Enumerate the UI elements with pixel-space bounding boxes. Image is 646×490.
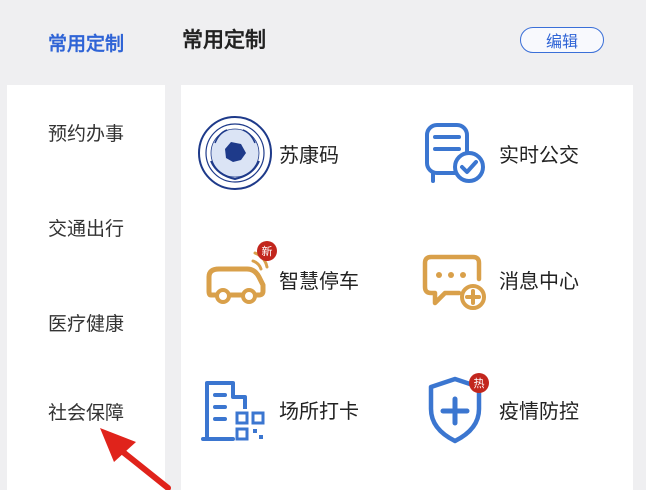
sidebar: 常用定制 预约办事 交通出行 医疗健康 社会保障 [0,0,165,490]
service-epidemic-control[interactable]: 热 疫情防控 [415,361,579,457]
service-message-center[interactable]: 消息中心 [415,231,579,327]
sidebar-item-medical[interactable]: 医疗健康 [7,275,165,370]
building-qr-icon [195,369,275,449]
services-panel: 苏康码 实时公交 新 智慧停车 消息中心 场所打卡 热 疫情防控 [181,85,633,490]
car-icon: 新 [195,239,277,319]
sidebar-item-custom[interactable]: 常用定制 [7,0,165,85]
service-label: 消息中心 [499,268,579,293]
message-plus-icon [415,239,495,319]
new-badge: 新 [257,241,277,261]
bus-check-icon [415,113,495,193]
hot-badge: 热 [469,373,489,393]
service-label: 疫情防控 [499,398,579,423]
service-smart-parking[interactable]: 新 智慧停车 [195,231,359,327]
service-label: 场所打卡 [279,398,359,423]
service-label: 苏康码 [279,142,339,167]
service-label: 实时公交 [499,142,579,167]
service-label: 智慧停车 [279,268,359,293]
shield-plus-icon: 热 [415,369,495,449]
service-realtime-bus[interactable]: 实时公交 [415,105,579,201]
service-sukangma[interactable]: 苏康码 [195,105,339,201]
page-title: 常用定制 [182,28,266,52]
service-venue-checkin[interactable]: 场所打卡 [195,361,359,457]
sidebar-item-appointment[interactable]: 预约办事 [7,85,165,180]
emblem-icon [195,113,275,193]
edit-button[interactable]: 编辑 [520,27,604,53]
sidebar-item-traffic[interactable]: 交通出行 [7,180,165,275]
sidebar-item-social-security[interactable]: 社会保障 [7,370,165,490]
